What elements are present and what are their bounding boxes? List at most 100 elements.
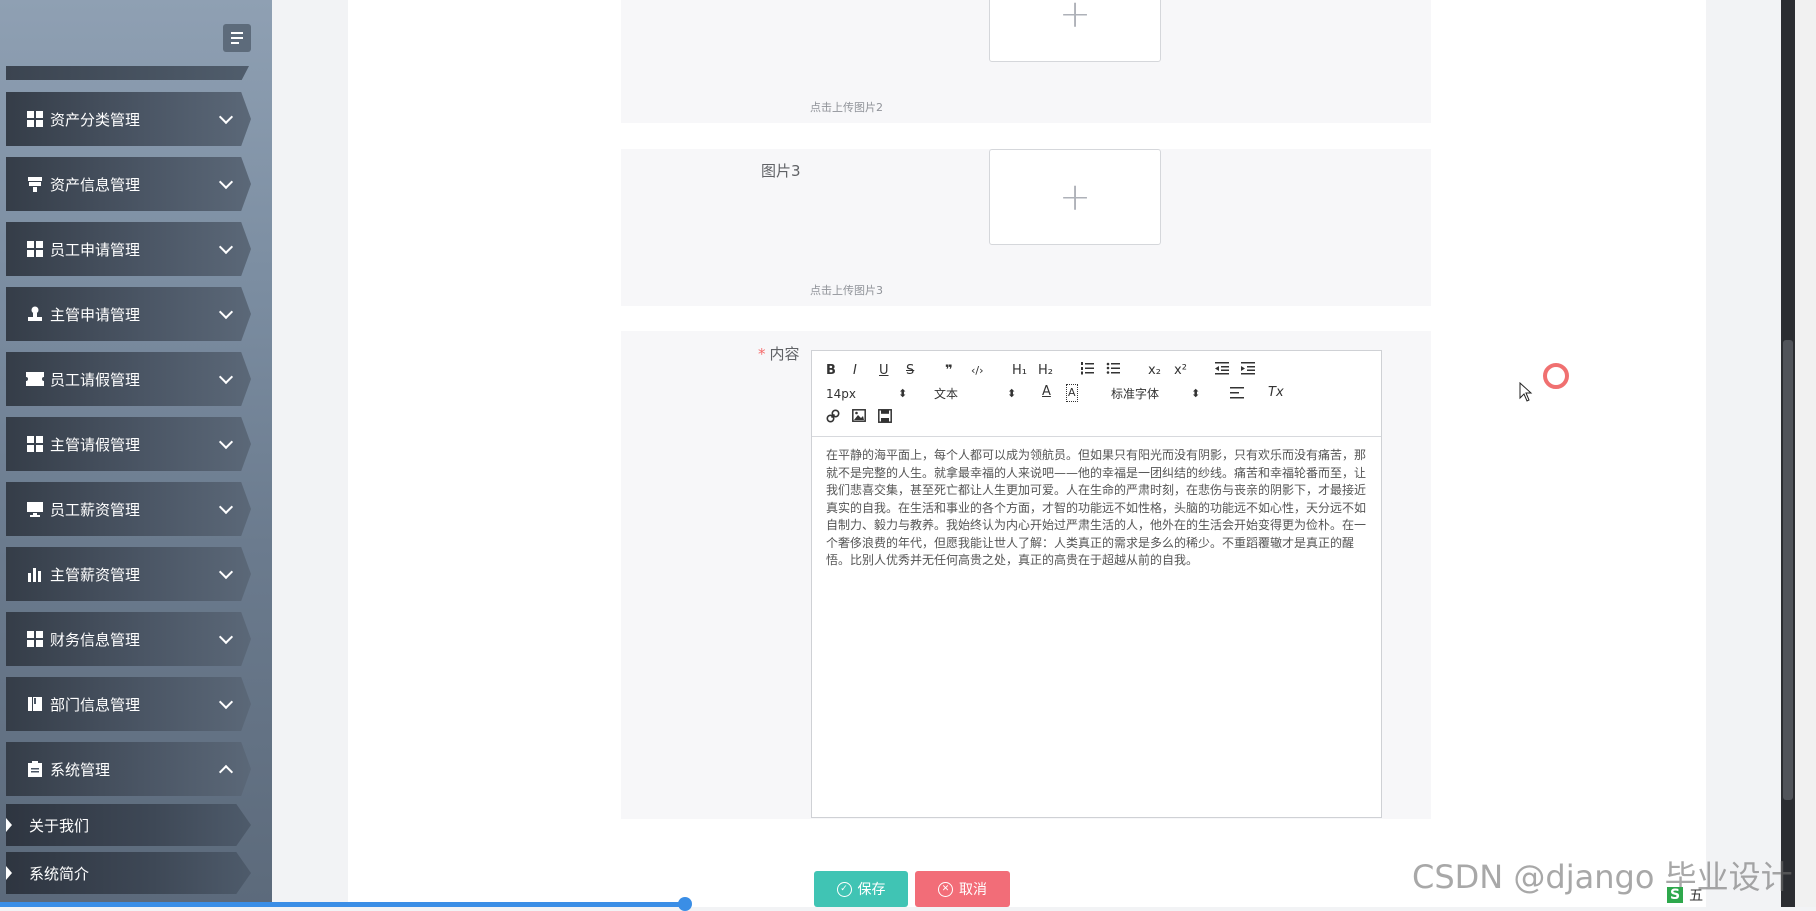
upload-image2[interactable]: + — [989, 0, 1161, 62]
bullet-list-icon[interactable] — [1106, 361, 1120, 380]
upload-image3[interactable]: + — [989, 149, 1161, 245]
blockquote-button[interactable]: ❞ — [945, 363, 953, 379]
chevron-down-icon — [218, 694, 234, 710]
grid-icon — [26, 110, 44, 128]
save-button[interactable]: ✓ 保存 — [814, 871, 908, 907]
chevron-down-icon — [218, 629, 234, 645]
sidebar-item-staff-salary[interactable]: 员工薪资管理 — [6, 482, 251, 536]
sidebar-item-manager-apply[interactable]: 主管申请管理 — [6, 287, 251, 341]
bold-button[interactable]: B — [826, 363, 836, 379]
superscript-button[interactable]: x² — [1174, 363, 1187, 379]
chevron-updown-icon: ⬍ — [898, 387, 908, 400]
editor-content[interactable]: 在平静的海平面上，每个人都可以成为领航员。但如果只有阳光而没有阴影，只有欢乐而没… — [826, 447, 1368, 570]
code-block-button[interactable]: ‹/› — [971, 363, 984, 379]
font-size-select[interactable]: 14px — [826, 386, 856, 402]
clipboard-icon — [26, 760, 44, 778]
chevron-down-icon — [218, 564, 234, 580]
sidebar-item-label: 财务信息管理 — [50, 630, 141, 649]
sidebar-item-label: 员工申请管理 — [50, 240, 141, 259]
scrollbar-thumb[interactable] — [1783, 340, 1793, 800]
header-select[interactable]: 文本 — [934, 386, 958, 402]
chevron-down-icon — [218, 369, 234, 385]
header1-button[interactable]: H₁ — [1012, 363, 1027, 379]
outdent-icon[interactable] — [1215, 361, 1229, 380]
ime-mode[interactable]: 五 — [1689, 885, 1703, 905]
check-circle-icon: ✓ — [836, 881, 852, 897]
ime-logo-icon: S — [1667, 887, 1684, 903]
sidebar-item-system[interactable]: 系统管理 — [6, 742, 251, 796]
underline-button[interactable]: U — [879, 363, 889, 379]
chevron-updown-icon: ⬍ — [1007, 387, 1017, 400]
sidebar-item-label: 系统管理 — [50, 760, 111, 779]
chevron-down-icon — [218, 109, 234, 125]
sidebar-item-label: 资产信息管理 — [50, 175, 141, 194]
background-color-button[interactable]: A — [1066, 384, 1078, 402]
content-label: * 内容 — [758, 345, 800, 363]
chevron-down-icon — [218, 239, 234, 255]
sidebar: 资产分类管理 资产信息管理 员工申请管理 主管申请管理 员工请假管理 主管请假管… — [0, 0, 272, 907]
ticket-icon — [26, 370, 44, 388]
text-color-button[interactable]: A — [1042, 384, 1051, 400]
sidebar-subitem-intro[interactable]: 系统简介 — [6, 852, 251, 894]
sidebar-item-label: 主管请假管理 — [50, 435, 141, 454]
header2-button[interactable]: H₂ — [1038, 363, 1053, 379]
sidebar-item-finance[interactable]: 财务信息管理 — [6, 612, 251, 666]
chevron-updown-icon: ⬍ — [1191, 387, 1201, 400]
funnel-icon — [26, 175, 44, 193]
page-scrollbar[interactable] — [1781, 0, 1816, 907]
book-icon — [26, 695, 44, 713]
sidebar-item-manager-salary[interactable]: 主管薪资管理 — [6, 547, 251, 601]
required-mark: * — [758, 345, 766, 363]
grid-icon — [26, 435, 44, 453]
video-icon[interactable] — [878, 409, 892, 428]
watermark: CSDN @django 毕业设计 — [1412, 858, 1793, 896]
font-family-select[interactable]: 标准字体 — [1111, 386, 1159, 402]
link-icon[interactable] — [826, 409, 840, 428]
subscript-button[interactable]: x₂ — [1148, 363, 1161, 379]
click-indicator-icon — [1543, 363, 1569, 389]
bar-chart-icon — [26, 565, 44, 583]
progress-dot — [678, 897, 692, 911]
ordered-list-icon[interactable] — [1080, 361, 1094, 380]
sidebar-item-staff-apply[interactable]: 员工申请管理 — [6, 222, 251, 276]
sidebar-item-label: 主管薪资管理 — [50, 565, 141, 584]
italic-button[interactable]: I — [853, 363, 857, 379]
sidebar-item-partial[interactable] — [6, 66, 249, 80]
close-circle-icon: ✕ — [938, 881, 953, 897]
plus-icon: + — [1059, 0, 1091, 36]
chevron-down-icon — [218, 499, 234, 515]
upload-hint-image2: 点击上传图片2 — [810, 101, 883, 114]
cancel-button[interactable]: ✕ 取消 — [915, 871, 1010, 907]
clean-format-button[interactable]: Tx — [1268, 385, 1284, 401]
sidebar-item-label: 主管申请管理 — [50, 305, 141, 324]
sidebar-item-department[interactable]: 部门信息管理 — [6, 677, 251, 731]
stamp-icon — [26, 305, 44, 323]
chevron-down-icon — [218, 434, 234, 450]
align-icon[interactable] — [1230, 386, 1244, 405]
sidebar-item-label: 资产分类管理 — [50, 110, 141, 129]
progress-line — [0, 902, 684, 907]
monitor-icon — [26, 500, 44, 518]
sidebar-item-asset-info[interactable]: 资产信息管理 — [6, 157, 251, 211]
editor-toolbar: B I U S ❞ ‹/› H₁ H₂ x₂ x² 14px ⬍ 文本 ⬍ A … — [812, 351, 1381, 437]
sidebar-item-asset-category[interactable]: 资产分类管理 — [6, 92, 251, 146]
sidebar-item-label: 员工薪资管理 — [50, 500, 141, 519]
mouse-cursor-icon — [1519, 382, 1533, 402]
chevron-up-icon — [218, 764, 234, 780]
sidebar-item-label: 员工请假管理 — [50, 370, 141, 389]
plus-icon: + — [1059, 175, 1091, 219]
grid-icon — [26, 240, 44, 258]
system-tray: S 五 — [1667, 885, 1703, 905]
sidebar-item-manager-leave[interactable]: 主管请假管理 — [6, 417, 251, 471]
rich-text-editor: B I U S ❞ ‹/› H₁ H₂ x₂ x² 14px ⬍ 文本 ⬍ A … — [811, 350, 1382, 818]
strike-button[interactable]: S — [906, 363, 914, 379]
image-icon[interactable] — [852, 409, 866, 427]
indent-icon[interactable] — [1241, 361, 1255, 380]
sidebar-subitem-about[interactable]: 关于我们 — [6, 804, 251, 846]
sidebar-item-staff-leave[interactable]: 员工请假管理 — [6, 352, 251, 406]
collapse-menu-button[interactable] — [223, 24, 251, 52]
chevron-down-icon — [218, 304, 234, 320]
chevron-down-icon — [218, 174, 234, 190]
grid-icon — [26, 630, 44, 648]
upload-hint-image3: 点击上传图片3 — [810, 284, 883, 297]
